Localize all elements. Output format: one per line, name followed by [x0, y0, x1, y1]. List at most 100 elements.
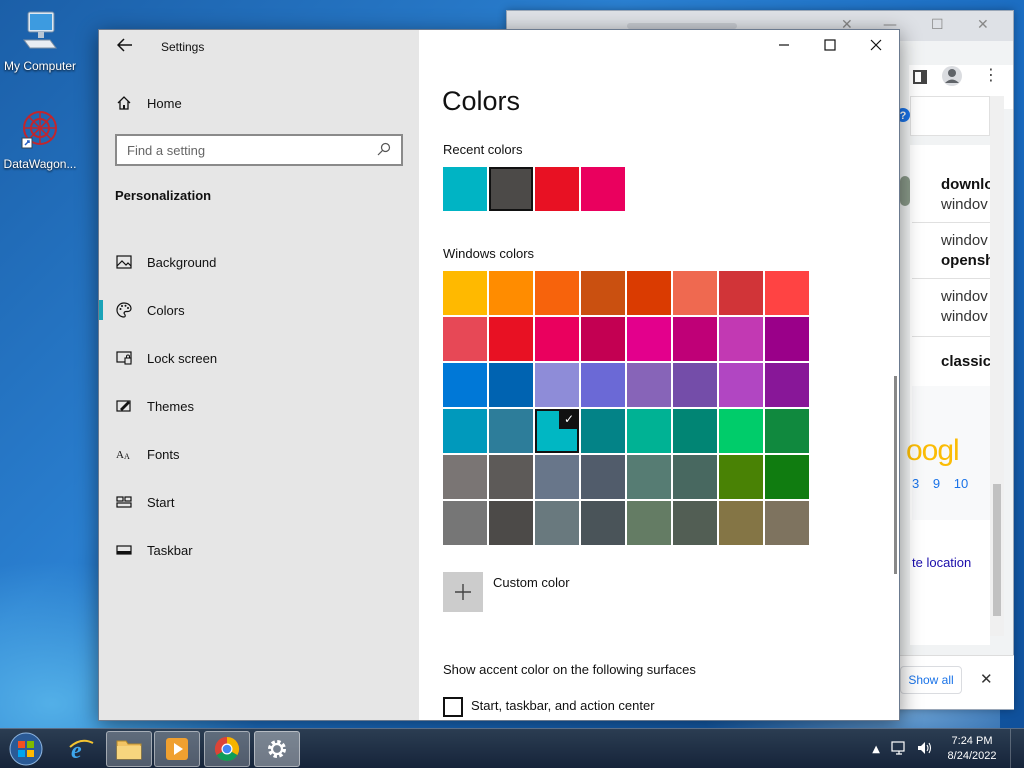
desktop-icon-datawagon[interactable]: DataWagon...: [0, 108, 80, 171]
show-hidden-icons-icon[interactable]: ▲: [872, 744, 880, 755]
color-swatch[interactable]: [489, 271, 533, 315]
color-swatch[interactable]: [719, 271, 763, 315]
menu-kebab-icon[interactable]: ⋮: [983, 65, 999, 84]
color-swatch[interactable]: [673, 271, 717, 315]
color-swatch[interactable]: [581, 409, 625, 453]
color-swatch[interactable]: [489, 501, 533, 545]
color-swatch[interactable]: [489, 409, 533, 453]
back-arrow-icon[interactable]: [113, 36, 137, 58]
color-swatch[interactable]: [443, 455, 487, 499]
color-swatch[interactable]: [719, 363, 763, 407]
search-result-title[interactable]: opensh: [941, 252, 994, 269]
settings-window[interactable]: Settings Home Personalization Background: [98, 29, 900, 721]
close-icon[interactable]: ✕: [977, 17, 989, 33]
color-swatch[interactable]: [581, 363, 625, 407]
color-swatch[interactable]: [581, 317, 625, 361]
maximize-icon[interactable]: ☐: [931, 17, 944, 33]
color-swatch[interactable]: [627, 409, 671, 453]
nav-home[interactable]: Home: [115, 92, 182, 114]
update-location-link[interactable]: te location: [912, 555, 971, 570]
color-swatch[interactable]: [489, 363, 533, 407]
color-swatch[interactable]: [535, 501, 579, 545]
nav-item-colors[interactable]: Colors: [99, 286, 419, 334]
page-link[interactable]: 10: [954, 476, 968, 491]
browser-search-box[interactable]: [910, 96, 990, 136]
color-swatch[interactable]: [489, 317, 533, 361]
color-swatch[interactable]: [765, 455, 809, 499]
close-button[interactable]: [858, 36, 894, 58]
color-swatch[interactable]: [673, 363, 717, 407]
color-swatch[interactable]: ✓: [535, 409, 579, 453]
taskbar-media-player[interactable]: [154, 731, 200, 767]
profile-avatar-icon[interactable]: [941, 65, 963, 91]
start-button[interactable]: [6, 730, 46, 768]
color-swatch[interactable]: [765, 501, 809, 545]
color-swatch[interactable]: [765, 363, 809, 407]
page-link[interactable]: 9: [933, 476, 940, 491]
nav-item-themes[interactable]: Themes: [99, 382, 419, 430]
page-link[interactable]: 3: [912, 476, 919, 491]
color-swatch[interactable]: [765, 317, 809, 361]
checkbox-label[interactable]: Start, taskbar, and action center: [471, 698, 655, 713]
taskbar-chrome[interactable]: [204, 731, 250, 767]
color-swatch[interactable]: [535, 317, 579, 361]
custom-color-label[interactable]: Custom color: [493, 575, 570, 590]
color-swatch[interactable]: [443, 363, 487, 407]
downloads-close-icon[interactable]: ✕: [980, 670, 993, 688]
browser-scrollbar[interactable]: [990, 96, 1004, 636]
color-swatch[interactable]: [581, 271, 625, 315]
nav-item-lock-screen[interactable]: Lock screen: [99, 334, 419, 382]
color-swatch[interactable]: [443, 271, 487, 315]
color-swatch[interactable]: [719, 409, 763, 453]
show-desktop-button[interactable]: [1010, 729, 1024, 768]
search-result-title[interactable]: downlo: [941, 176, 994, 193]
recent-color-swatch[interactable]: [535, 167, 579, 211]
pagination[interactable]: 3 9 10: [912, 476, 968, 491]
color-swatch[interactable]: [627, 317, 671, 361]
volume-icon[interactable]: [916, 740, 934, 759]
color-swatch[interactable]: [673, 501, 717, 545]
custom-color-button[interactable]: [443, 572, 483, 612]
color-swatch[interactable]: [673, 455, 717, 499]
color-swatch[interactable]: [673, 409, 717, 453]
search-result-title[interactable]: classic: [941, 353, 991, 370]
network-icon[interactable]: [890, 740, 908, 759]
color-swatch[interactable]: [719, 455, 763, 499]
taskbar-file-explorer[interactable]: [106, 731, 152, 767]
nav-item-start[interactable]: Start: [99, 478, 419, 526]
color-swatch[interactable]: [627, 363, 671, 407]
color-swatch[interactable]: [581, 455, 625, 499]
color-swatch[interactable]: [535, 271, 579, 315]
recent-color-swatch[interactable]: [443, 167, 487, 211]
show-all-button[interactable]: Show all: [900, 666, 962, 694]
color-swatch[interactable]: [719, 317, 763, 361]
desktop-icon-my-computer[interactable]: My Computer: [0, 10, 80, 73]
color-swatch[interactable]: [581, 501, 625, 545]
color-swatch[interactable]: [535, 363, 579, 407]
color-swatch[interactable]: [535, 455, 579, 499]
color-swatch[interactable]: [489, 455, 533, 499]
color-swatch[interactable]: [765, 409, 809, 453]
clock[interactable]: 7:24 PM 8/24/2022: [940, 734, 1004, 764]
color-swatch[interactable]: [673, 317, 717, 361]
color-swatch[interactable]: [719, 501, 763, 545]
content-scrollbar[interactable]: [894, 376, 897, 574]
taskbar-settings[interactable]: [254, 731, 300, 767]
minimize-button[interactable]: [766, 36, 802, 58]
taskbar-internet-explorer[interactable]: e: [58, 731, 104, 767]
color-swatch[interactable]: [765, 271, 809, 315]
color-swatch[interactable]: [627, 501, 671, 545]
recent-color-swatch[interactable]: [581, 167, 625, 211]
color-swatch[interactable]: [627, 455, 671, 499]
color-swatch[interactable]: [627, 271, 671, 315]
nav-item-taskbar[interactable]: Taskbar: [99, 526, 419, 574]
nav-item-fonts[interactable]: AA Fonts: [99, 430, 419, 478]
color-swatch[interactable]: [443, 501, 487, 545]
maximize-button[interactable]: [812, 36, 848, 58]
settings-search-box[interactable]: [115, 134, 403, 166]
scrollbar-thumb[interactable]: [993, 484, 1001, 616]
search-input[interactable]: [127, 142, 377, 158]
side-panel-icon[interactable]: [913, 69, 927, 88]
color-swatch[interactable]: [443, 409, 487, 453]
recent-color-swatch[interactable]: [489, 167, 533, 211]
